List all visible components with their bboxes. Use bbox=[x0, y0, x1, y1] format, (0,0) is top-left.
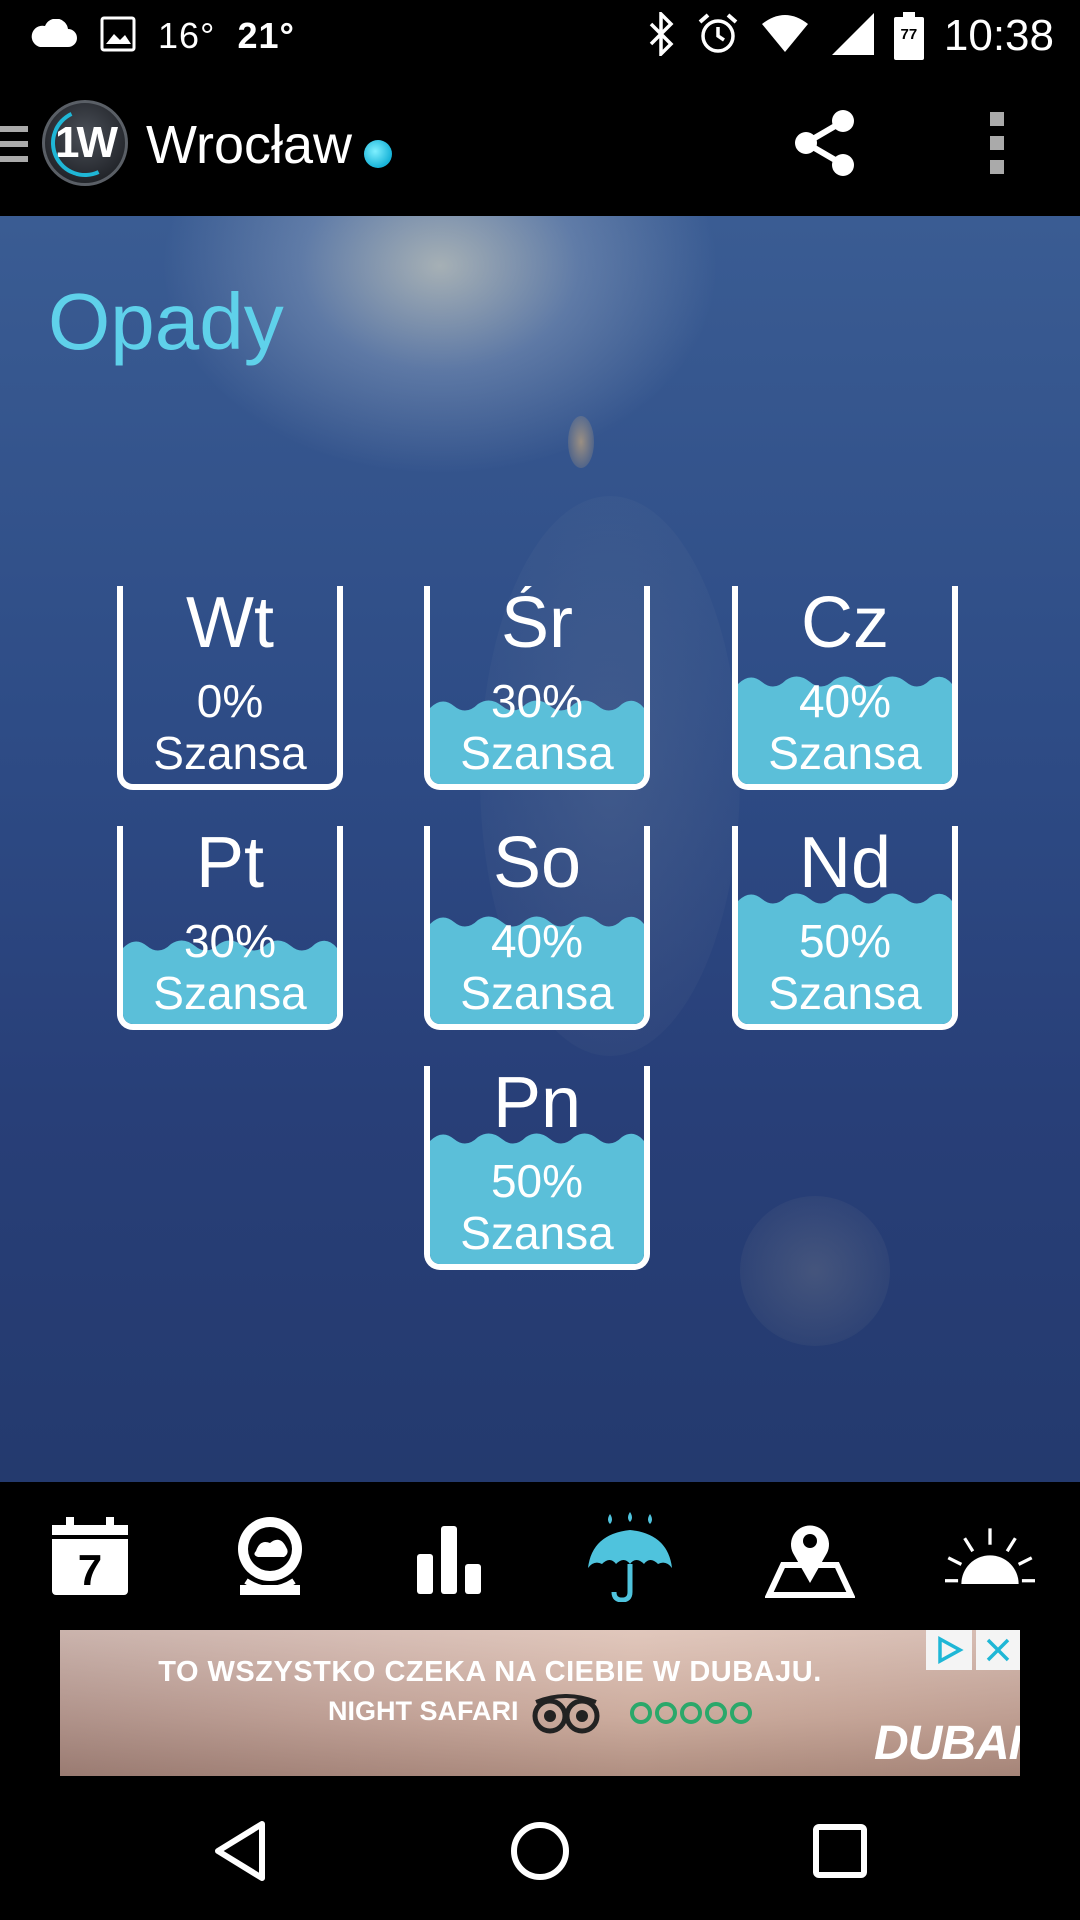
chance-percent: 40% bbox=[490, 915, 584, 967]
calendar-icon[interactable]: 7 bbox=[45, 1512, 135, 1602]
day-label: Nd bbox=[798, 826, 892, 903]
section-title: Opady bbox=[48, 277, 284, 366]
status-bar: 16° 21° 77 10:38 bbox=[0, 0, 1080, 72]
forecast-glass-1[interactable]: Śr 30% Szansa bbox=[424, 586, 650, 790]
chance-percent: 40% bbox=[798, 675, 892, 727]
day-label: Wt bbox=[186, 586, 274, 663]
share-icon[interactable] bbox=[790, 108, 860, 178]
temp-low: 16° bbox=[158, 15, 216, 56]
temp-high: 21° bbox=[237, 15, 295, 56]
battery-icon: 77 bbox=[893, 12, 924, 60]
tripadvisor-owl-icon bbox=[530, 1694, 602, 1734]
calendar-day: 7 bbox=[77, 1546, 103, 1595]
chance-label: Szansa bbox=[460, 967, 614, 1019]
back-icon[interactable] bbox=[195, 1806, 285, 1896]
chance-label: Szansa bbox=[153, 727, 307, 779]
ad-banner[interactable]: TO WSZYSTKO CZEKA NA CIEBIE W DUBAJU. NI… bbox=[60, 1630, 1020, 1776]
chance-percent: 30% bbox=[183, 915, 277, 967]
map-pin-icon[interactable] bbox=[765, 1512, 855, 1602]
home-icon[interactable] bbox=[495, 1806, 585, 1896]
forecast-glass-3[interactable]: Pt 30% Szansa bbox=[117, 826, 343, 1030]
globe-icon[interactable] bbox=[225, 1512, 315, 1602]
bar-chart-icon[interactable] bbox=[405, 1512, 495, 1602]
system-nav bbox=[0, 1776, 1080, 1920]
chance-percent: 50% bbox=[490, 1155, 584, 1207]
signal-icon bbox=[830, 12, 874, 60]
chance-label: Szansa bbox=[460, 1207, 614, 1259]
location-status-dot bbox=[364, 140, 392, 168]
chance-label: Szansa bbox=[460, 727, 614, 779]
ad-brand: DUBAI bbox=[874, 1717, 1020, 1770]
chance-label: Szansa bbox=[153, 967, 307, 1019]
chance-percent: 0% bbox=[196, 675, 264, 727]
recents-icon[interactable] bbox=[795, 1806, 885, 1896]
day-label: Śr bbox=[501, 586, 573, 663]
forecast-glass-2[interactable]: Cz 40% Szansa bbox=[732, 586, 958, 790]
precipitation-panel: Opady Wt 0% Szansa Śr 30% Szansa Cz 40% … bbox=[0, 216, 1080, 1482]
more-vert-icon[interactable] bbox=[980, 108, 1014, 178]
forecast-glass-0[interactable]: Wt 0% Szansa bbox=[117, 586, 343, 790]
day-label: So bbox=[492, 826, 582, 903]
day-label: Pn bbox=[492, 1066, 582, 1143]
battery-level: 77 bbox=[900, 26, 918, 43]
menu-icon[interactable] bbox=[0, 124, 30, 164]
app-bar: 1W Wrocław bbox=[0, 72, 1080, 216]
ad-headline: TO WSZYSTKO CZEKA NA CIEBIE W DUBAJU. bbox=[158, 1656, 822, 1688]
forecast-glass-6[interactable]: Pn 50% Szansa bbox=[424, 1066, 650, 1270]
image-icon bbox=[100, 16, 136, 57]
chance-label: Szansa bbox=[768, 727, 922, 779]
alarm-icon bbox=[696, 12, 740, 61]
day-label: Cz bbox=[801, 586, 889, 663]
rating-bubbles bbox=[628, 1700, 754, 1726]
bluetooth-icon bbox=[646, 9, 676, 61]
clock: 10:38 bbox=[943, 11, 1054, 60]
bottom-nav: 7 bbox=[0, 1482, 1080, 1626]
forecast-glass-5[interactable]: Nd 50% Szansa bbox=[732, 826, 958, 1030]
cloud-icon bbox=[28, 18, 78, 54]
ad-subline: NIGHT SAFARI bbox=[328, 1696, 519, 1726]
wifi-icon bbox=[760, 14, 810, 59]
chance-percent: 30% bbox=[490, 675, 584, 727]
city-title[interactable]: Wrocław bbox=[146, 114, 352, 176]
chance-label: Szansa bbox=[768, 967, 922, 1019]
adchoices-icon[interactable] bbox=[926, 1630, 972, 1670]
app-logo[interactable]: 1W bbox=[41, 99, 129, 187]
umbrella-icon[interactable] bbox=[585, 1512, 675, 1602]
close-icon[interactable] bbox=[976, 1630, 1020, 1670]
sunrise-icon[interactable] bbox=[945, 1512, 1035, 1602]
day-label: Pt bbox=[195, 826, 265, 903]
chance-percent: 50% bbox=[798, 915, 892, 967]
forecast-glass-4[interactable]: So 40% Szansa bbox=[424, 826, 650, 1030]
